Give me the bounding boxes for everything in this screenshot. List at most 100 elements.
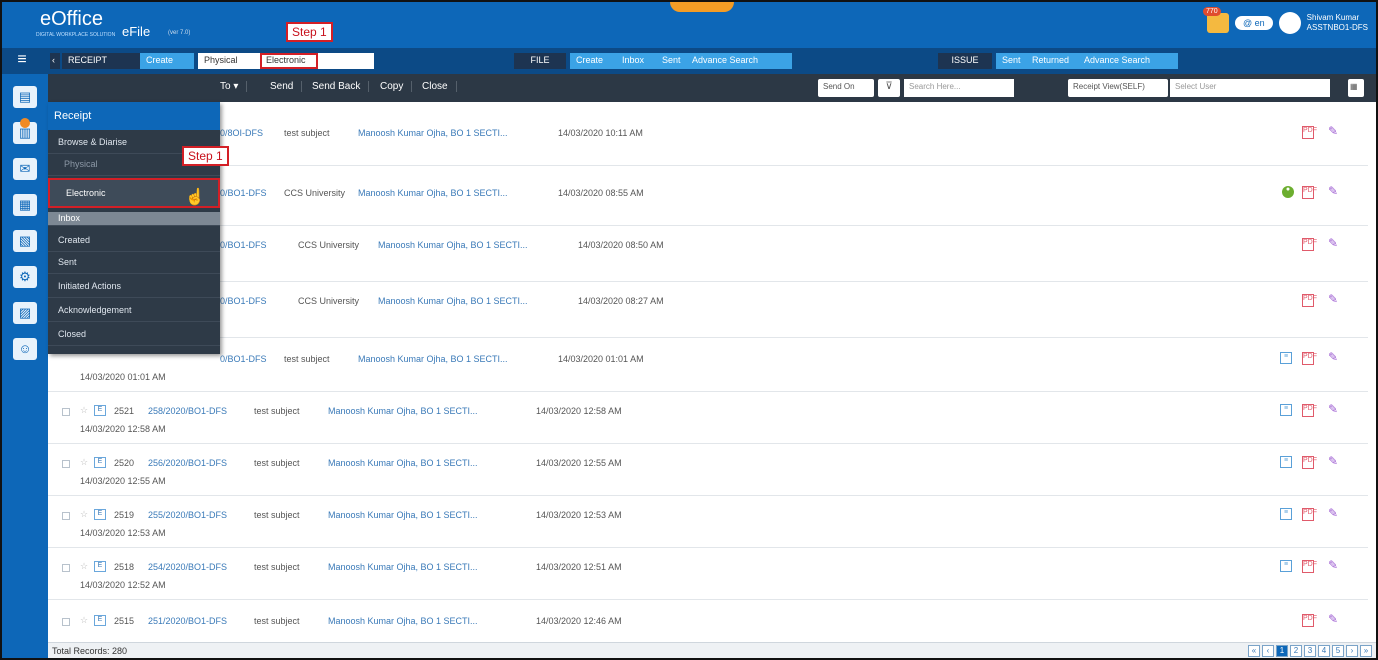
search-input[interactable]: Search Here... [904,79,1014,97]
file-number[interactable]: 256/2020/BO1-DFS [148,458,227,468]
table-row[interactable]: ☆ E 2520 256/2020/BO1-DFS test subject M… [48,444,1368,496]
note-icon[interactable]: ≡ [1280,404,1292,416]
sender[interactable]: Manoosh Kumar Ojha, BO 1 SECTI... [328,458,478,468]
page-5[interactable]: 5 [1332,645,1344,657]
file-number[interactable]: 0/BO1-DFS [220,240,267,250]
first-page-icon[interactable]: « [1248,645,1260,657]
pen-icon[interactable]: ✎ [1328,558,1338,572]
row-checkbox[interactable] [62,564,70,572]
row-checkbox[interactable] [62,460,70,468]
sender[interactable]: Manoosh Kumar Ojha, BO 1 SECTI... [358,354,508,364]
page-2[interactable]: 2 [1290,645,1302,657]
star-icon[interactable]: ☆ [80,405,88,416]
menu-item-closed[interactable]: Closed [48,324,220,346]
sender[interactable]: Manoosh Kumar Ojha, BO 1 SECTI... [378,240,528,250]
star-icon[interactable]: ☆ [80,457,88,468]
menu-item-created[interactable]: Created [48,230,220,252]
file-number[interactable]: 0/BO1-DFS [220,354,267,364]
filter-icon[interactable]: ⊽ [878,79,900,97]
star-icon[interactable]: ☆ [80,615,88,626]
nav-file-create[interactable]: Create [570,53,616,69]
file-number[interactable]: 0/8OI-DFS [220,128,263,138]
receipt-view-select[interactable]: Receipt View(SELF) [1068,79,1168,97]
receipt-sidebar-icon[interactable]: ▤ [13,86,37,108]
nav-receipt-physical[interactable]: Physical [198,53,260,69]
sender[interactable]: Manoosh Kumar Ojha, BO 1 SECTI... [358,188,508,198]
user-sidebar-icon[interactable]: ☺ [13,338,37,360]
file-number[interactable]: 251/2020/BO1-DFS [148,616,227,626]
send-button[interactable]: Send [262,81,303,92]
pdf-icon[interactable]: PDF [1302,404,1317,417]
hamburger-menu-icon[interactable]: ≡ [8,51,36,71]
nav-issue-advance-search[interactable]: Advance Search [1078,53,1178,69]
star-icon[interactable]: ☆ [80,561,88,572]
page-4[interactable]: 4 [1318,645,1330,657]
pdf-icon[interactable]: PDF [1302,294,1317,307]
chevron-left-icon[interactable]: ‹ [50,53,60,69]
send-on-button[interactable]: Send On [818,79,874,97]
file-number[interactable]: 255/2020/BO1-DFS [148,510,227,520]
avatar[interactable] [1278,12,1301,34]
report-sidebar-icon[interactable]: ▨ [13,302,37,324]
pdf-icon[interactable]: PDF [1302,560,1317,573]
table-row[interactable]: 0/BO1-DFS CCS University Manoosh Kumar O… [48,226,1368,282]
prev-page-icon[interactable]: ‹ [1262,645,1274,657]
nav-issue[interactable]: ISSUE [938,53,992,69]
table-row[interactable]: ☆ E 2518 254/2020/BO1-DFS test subject M… [48,548,1368,600]
table-row[interactable]: 0/BO1-DFS CCS University Manoosh Kumar O… [48,166,1368,226]
nav-issue-sent[interactable]: Sent [996,53,1026,69]
pen-icon[interactable]: ✎ [1328,454,1338,468]
pdf-icon[interactable]: PDF [1302,352,1317,365]
select-user-input[interactable]: Select User [1170,79,1330,97]
nav-receipt-create[interactable]: Create [140,53,194,69]
notification-bell-icon[interactable]: 770 [1203,7,1229,33]
table-row[interactable]: 0/8OI-DFS test subject Manoosh Kumar Ojh… [48,102,1368,166]
nav-file-inbox[interactable]: Inbox [616,53,656,69]
copy-button[interactable]: Copy [372,81,413,92]
note-icon[interactable]: ≡ [1280,560,1292,572]
sender[interactable]: Manoosh Kumar Ojha, BO 1 SECTI... [358,128,508,138]
orange-pull-tab[interactable] [670,2,734,12]
sender[interactable]: Manoosh Kumar Ojha, BO 1 SECTI... [328,510,478,520]
pdf-icon[interactable]: PDF [1302,186,1317,199]
file-number[interactable]: 258/2020/BO1-DFS [148,406,227,416]
page-1[interactable]: 1 [1276,645,1288,657]
table-row[interactable]: ☆ E 2515 251/2020/BO1-DFS test subject M… [48,600,1368,632]
pen-icon[interactable]: ✎ [1328,402,1338,416]
pen-icon[interactable]: ✎ [1328,184,1338,198]
note-icon[interactable]: ≡ [1280,456,1292,468]
send-to-button[interactable]: To ▾ [212,81,248,92]
dropdown-title[interactable]: Receipt [48,102,220,130]
note-icon[interactable]: ≡ [1280,508,1292,520]
settings-sidebar-icon[interactable]: ⚙ [13,266,37,288]
sender[interactable]: Manoosh Kumar Ojha, BO 1 SECTI... [328,616,478,626]
pdf-icon[interactable]: PDF [1302,238,1317,251]
nav-receipt[interactable]: RECEIPT [62,53,140,69]
last-page-icon[interactable]: » [1360,645,1372,657]
eoffice-logo[interactable]: eOffice [40,8,103,31]
nav-receipt-electronic[interactable]: Electronic [260,53,318,69]
star-icon[interactable]: ☆ [80,509,88,520]
user-info[interactable]: Shivam Kumar ASSTNBO1-DFS [1307,13,1368,33]
pen-icon[interactable]: ✎ [1328,236,1338,250]
nav-file-sent[interactable]: Sent [656,53,686,69]
file-number[interactable]: 0/BO1-DFS [220,188,267,198]
close-button[interactable]: Close [414,81,457,92]
pen-icon[interactable]: ✎ [1328,124,1338,138]
menu-item-initiated-actions[interactable]: Initiated Actions [48,276,220,298]
page-3[interactable]: 3 [1304,645,1316,657]
pdf-icon[interactable]: PDF [1302,508,1317,521]
sender[interactable]: Manoosh Kumar Ojha, BO 1 SECTI... [328,406,478,416]
send-back-button[interactable]: Send Back [304,81,370,92]
note-icon[interactable]: ≡ [1280,352,1292,364]
menu-item-sent[interactable]: Sent [48,252,220,274]
table-row[interactable]: ☆ E 2519 255/2020/BO1-DFS test subject M… [48,496,1368,548]
nav-issue-returned[interactable]: Returned [1026,53,1078,69]
menu-item-acknowledgement[interactable]: Acknowledgement [48,300,220,322]
pen-icon[interactable]: ✎ [1328,350,1338,364]
row-checkbox[interactable] [62,618,70,626]
language-button[interactable]: @ en [1235,16,1273,30]
grid-view-icon[interactable]: ▦ [1348,79,1364,97]
next-page-icon[interactable]: › [1346,645,1358,657]
pdf-icon[interactable]: PDF [1302,614,1317,627]
